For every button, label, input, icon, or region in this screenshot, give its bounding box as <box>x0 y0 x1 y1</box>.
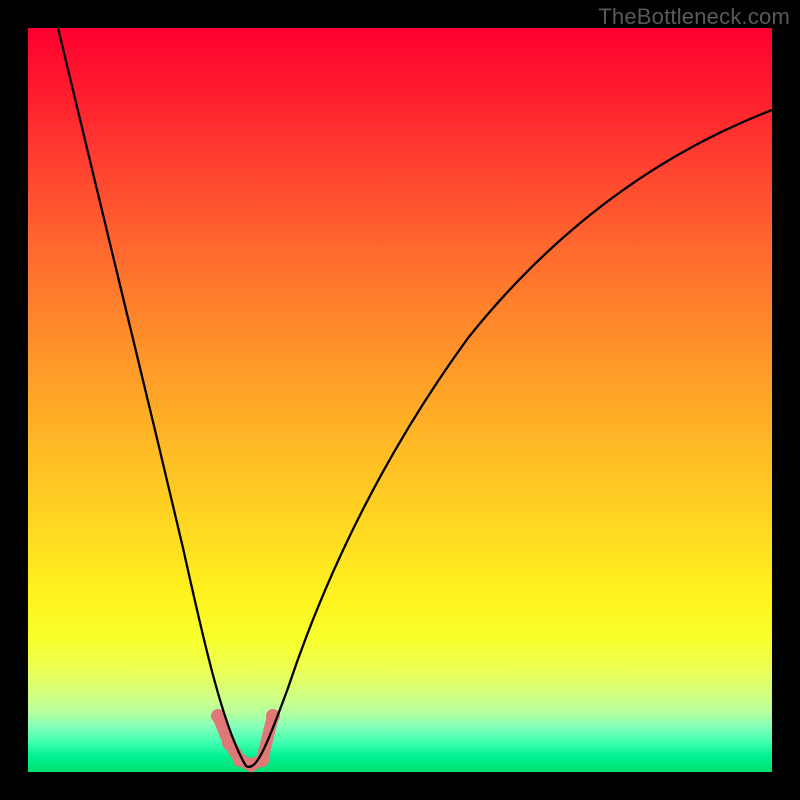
marker-dots <box>211 709 280 772</box>
plot-area <box>28 28 772 772</box>
curve-svg <box>28 28 772 772</box>
watermark-text: TheBottleneck.com <box>598 4 790 30</box>
bottleneck-curve <box>58 28 772 767</box>
chart-frame: TheBottleneck.com <box>0 0 800 800</box>
